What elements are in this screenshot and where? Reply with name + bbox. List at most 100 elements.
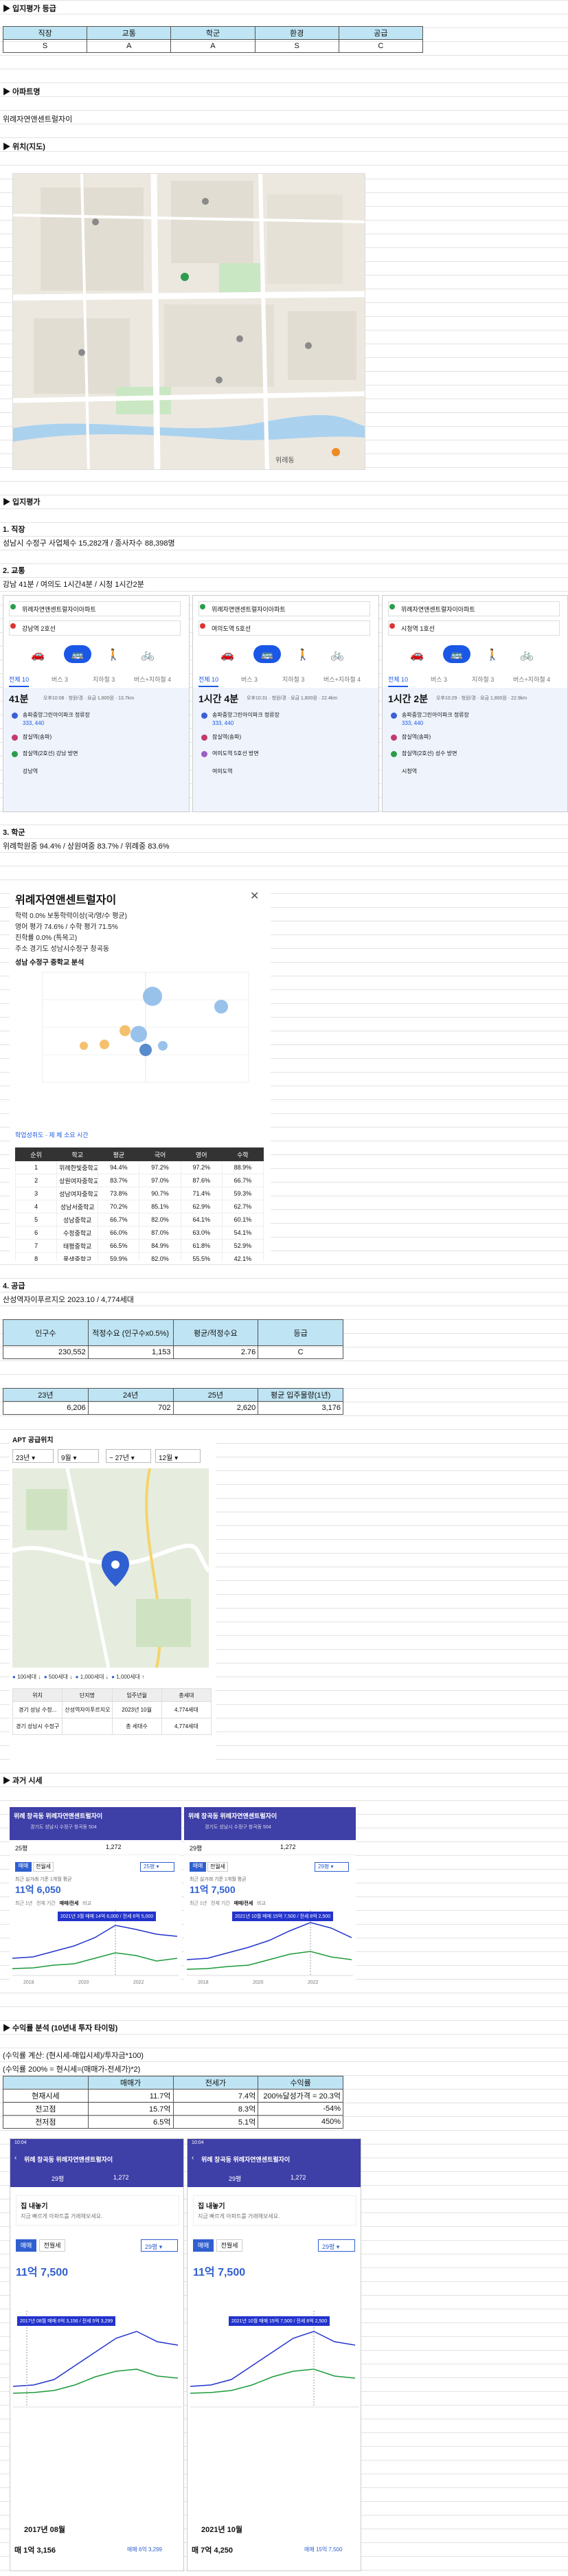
school-col-header: 순위 [14,1147,58,1161]
demand-value: 230,552 [3,1345,89,1359]
transit-icon[interactable]: 🚌 [443,645,470,663]
route-panel-gangnam: 위례자연앤센트럴자이아파트 강남역 2호선 🚗 🚌 🚶 🚲 전체 10 버스 3… [3,595,190,812]
walk-icon[interactable]: 🚶 [296,648,310,662]
likes-count: 1,272 [106,1844,122,1850]
route-panel-cityhall: 위례자연앤센트럴자이아파트 시청역 1호선 🚗 🚌 🚶 🚲 전체 10 버스 3… [382,595,568,812]
school-cell: 59.9% [98,1252,140,1261]
tab-sale[interactable]: 매매 [15,1862,32,1872]
back-icon[interactable]: ‹ [14,2154,16,2162]
grade-header: 환경 [254,26,339,40]
area-label[interactable]: 29평 [190,1844,202,1852]
returns-cell: 8.3억 [172,2102,259,2116]
tab-bus[interactable]: 버스 3 [241,675,258,684]
route-destination[interactable]: 시청역 1호선 [388,620,560,636]
tab-sale[interactable]: 매매 [16,2239,36,2252]
car-icon[interactable]: 🚗 [410,648,424,662]
walk-icon[interactable]: 🚶 [486,648,499,662]
school-cell: 87.6% [180,1174,223,1187]
subway-line2-icon [391,751,397,757]
returns-header: 수익률 [258,2076,343,2090]
tab-rent[interactable]: 전월세 [39,2239,65,2252]
tab-bus-subway[interactable]: 버스+지하철 4 [323,675,361,684]
tab-rent[interactable]: 전월세 [216,2239,242,2252]
supply-map[interactable] [12,1468,209,1668]
year-from-select[interactable]: 23년 ▾ [12,1449,54,1463]
tab-all[interactable]: 전체 10 [388,675,409,687]
school-cell: 66.0% [98,1226,140,1240]
area-label[interactable]: 29평 [52,2174,64,2183]
tab-sale[interactable]: 매매 [190,1862,206,1872]
transit-icon[interactable]: 🚌 [64,645,91,663]
tab-bus[interactable]: 버스 3 [52,675,68,684]
location-map[interactable]: 위례동 [12,173,365,470]
tab-subway[interactable]: 지하철 3 [282,675,304,684]
school-cell: 73.8% [98,1187,140,1200]
bus-stop-icon [12,713,18,719]
car-icon[interactable]: 🚗 [220,648,234,662]
size-select[interactable]: 25평 ▾ [140,1862,174,1872]
transport-title: 2. 교통 [3,567,25,575]
tab-bus-subway[interactable]: 버스+지하철 4 [513,675,550,684]
legend-item: 500세대 ↓ [48,1674,73,1680]
tab-bus-subway[interactable]: 버스+지하철 4 [134,675,171,684]
school-cell: 성남여자중학교 [56,1187,99,1200]
period-tab[interactable]: 비교 [82,1901,91,1906]
size-select[interactable]: 29평 ▾ [315,1862,349,1872]
supply-list-cell: 경기 성남시 수정구 [12,1718,63,1735]
route-origin[interactable]: 위례자연앤센트럴자이아파트 [198,601,370,616]
walk-icon[interactable]: 🚶 [106,648,120,662]
price-value: 11억 6,050 [15,1884,61,1895]
school-cell: 4 [14,1200,58,1213]
period-tab[interactable]: 매매/전세 [60,1901,79,1906]
area-label[interactable]: 25평 [15,1844,27,1852]
bike-icon[interactable]: 🚲 [520,648,534,662]
period-tab[interactable]: 최근 1년 [190,1901,207,1906]
school-cell: 수정중학교 [56,1226,99,1240]
bottom-price-right: 매매 6억 3,299 [127,2546,162,2553]
year-tick: 2022 [133,1980,144,1985]
bike-icon[interactable]: 🚲 [330,648,344,662]
car-icon[interactable]: 🚗 [31,648,45,662]
tab-rent[interactable]: 전월세 [33,1862,54,1872]
banner-title[interactable]: 집 내놓기 [198,2200,225,2210]
destination-dot-icon [10,623,16,629]
tab-rent[interactable]: 전월세 [207,1862,228,1872]
school-cell: 60.1% [221,1213,264,1227]
tab-sale[interactable]: 매매 [193,2239,214,2252]
apt-supply-panel: APT 공급위치 23년 ▾ 9월 ▾ ~ 27년 ▾ 12월 ▾ ● 100세… [10,1433,216,1762]
returns-title: ▶ 수익률 분석 (10년내 투자 타이밍) [3,2024,118,2032]
price-history-chart [12,1910,179,1976]
banner-title[interactable]: 집 내놓기 [21,2200,48,2210]
route-destination[interactable]: 강남역 2호선 [9,620,181,636]
month-from-select[interactable]: 9월 ▾ [58,1449,99,1463]
tab-subway[interactable]: 지하철 3 [93,675,115,684]
route-origin[interactable]: 위례자연앤센트럴자이아파트 [388,601,560,616]
tab-bus[interactable]: 버스 3 [431,675,447,684]
period-tab[interactable]: 매매/전세 [234,1901,253,1906]
month-to-select[interactable]: 12월 ▾ [155,1449,201,1463]
size-select[interactable]: 29평 ▾ [141,2239,178,2252]
route-origin[interactable]: 위례자연앤센트럴자이아파트 [9,601,181,616]
supply-list-cell: 산성역자이푸르지오 [62,1701,113,1718]
close-icon[interactable]: ✕ [250,889,259,903]
returns-header: 전세가 [172,2076,259,2090]
transit-icon[interactable]: 🚌 [253,645,281,663]
period-tab[interactable]: 최근 1년 [15,1901,32,1906]
bike-icon[interactable]: 🚲 [141,648,155,662]
period-tab[interactable]: 전체 기간 [211,1901,230,1906]
size-select[interactable]: 29평 ▾ [318,2239,355,2252]
period-tab[interactable]: 비교 [257,1901,266,1906]
area-label[interactable]: 29평 [229,2174,241,2183]
period-tab[interactable]: 전체 기간 [36,1901,56,1906]
month-to-value: 12월 [159,1455,173,1462]
route-bus-number: 333, 440 [212,720,234,726]
year-to-select[interactable]: ~ 27년 ▾ [106,1449,151,1463]
tab-all[interactable]: 전체 10 [198,675,219,687]
route-destination[interactable]: 여의도역 5호선 [198,620,370,636]
route-detail: 오후10:31 · 청원/경 · 요금 1,800원 · 22.4km [247,696,338,701]
back-icon[interactable]: ‹ [192,2154,194,2162]
price-tooltip: 2021년 10월 매매 15억 7,500 / 전세 8억 2,500 [229,2316,330,2326]
tab-all[interactable]: 전체 10 [9,675,30,687]
tab-subway[interactable]: 지하철 3 [472,675,494,684]
apartment-title: ▶ 아파트명 [3,88,41,96]
